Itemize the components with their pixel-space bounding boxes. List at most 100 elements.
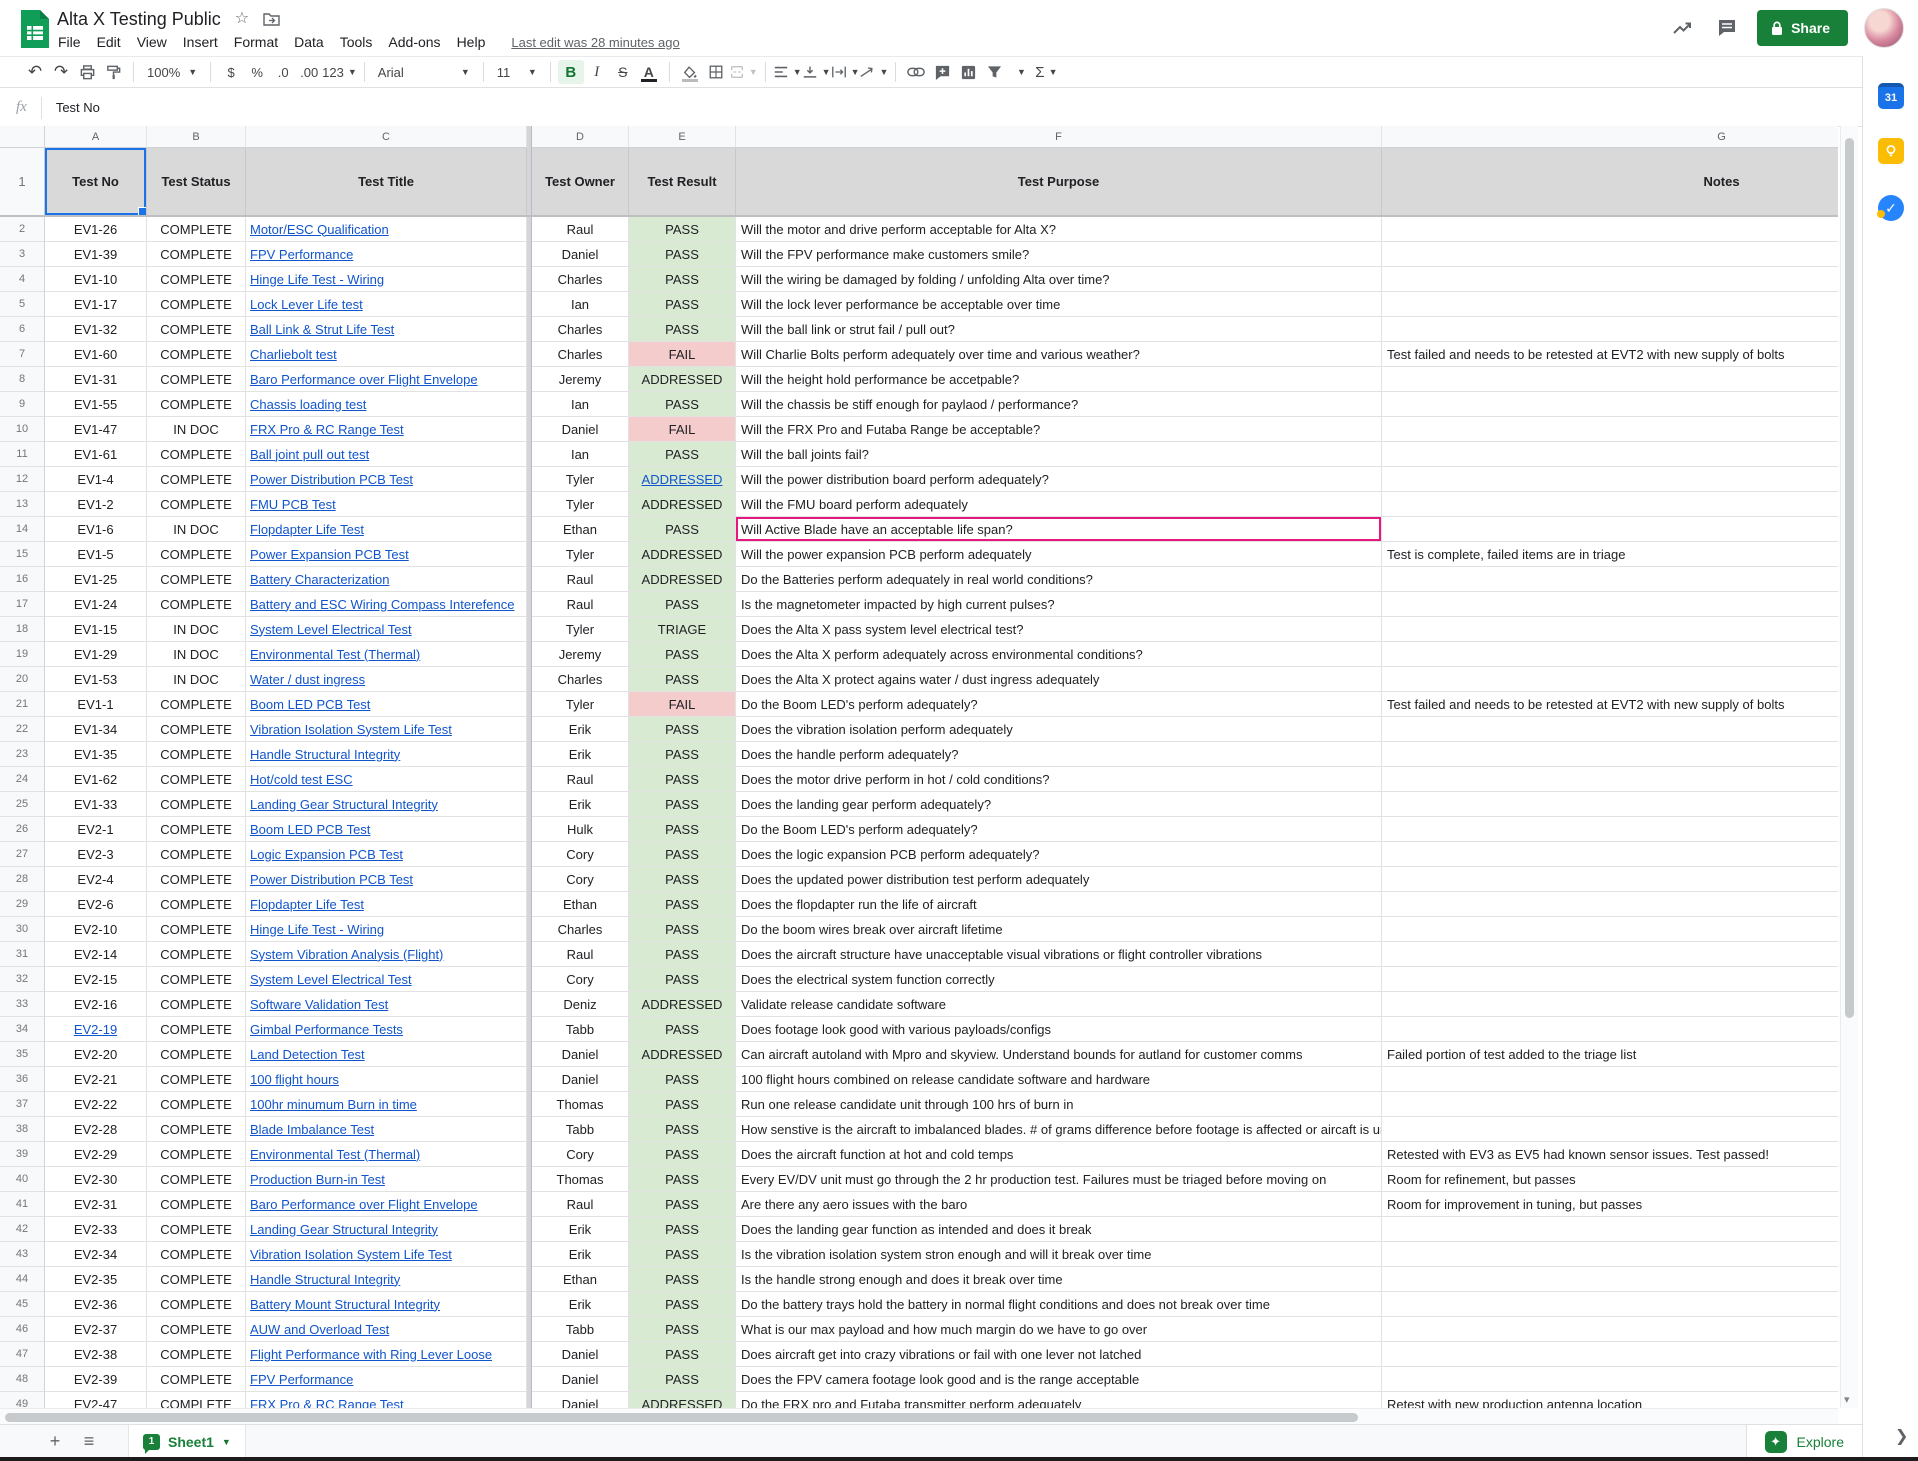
test-title-link[interactable]: System Level Electrical Test	[250, 972, 412, 987]
cell-test-status[interactable]: COMPLETE	[147, 1267, 246, 1292]
cell-test-status[interactable]: IN DOC	[147, 642, 246, 667]
cell-test-title[interactable]: Water / dust ingress	[246, 667, 527, 692]
cell-test-owner[interactable]: Charles	[532, 267, 629, 292]
cell-test-status[interactable]: COMPLETE	[147, 792, 246, 817]
menu-view[interactable]: View	[129, 31, 175, 53]
cell-notes[interactable]	[1382, 667, 1838, 692]
cell-test-owner[interactable]: Cory	[532, 842, 629, 867]
cell-test-owner[interactable]: Raul	[532, 217, 629, 242]
test-title-link[interactable]: Baro Performance over Flight Envelope	[250, 1197, 478, 1212]
cell-test-no[interactable]: EV1-24	[45, 592, 147, 617]
cell-test-owner[interactable]: Raul	[532, 767, 629, 792]
cell-test-no[interactable]: EV1-61	[45, 442, 147, 467]
cell-test-status[interactable]: COMPLETE	[147, 817, 246, 842]
cell-notes[interactable]	[1382, 1017, 1838, 1042]
hide-side-panel-icon[interactable]: ❯	[1895, 1426, 1908, 1446]
cell-test-result[interactable]: PASS	[629, 392, 736, 417]
row-number[interactable]: 31	[0, 942, 45, 967]
cell-test-status[interactable]: COMPLETE	[147, 967, 246, 992]
cell-test-status[interactable]: COMPLETE	[147, 1317, 246, 1342]
cell-test-purpose[interactable]: Does the logic expansion PCB perform ade…	[736, 842, 1382, 867]
cell-notes[interactable]	[1382, 517, 1838, 542]
menu-edit[interactable]: Edit	[89, 31, 129, 53]
cell-test-status[interactable]: COMPLETE	[147, 692, 246, 717]
scroll-down-icon[interactable]: ▾	[1844, 1393, 1850, 1406]
cell-test-no[interactable]: EV2-33	[45, 1217, 147, 1242]
cell-test-title[interactable]: Environmental Test (Thermal)	[246, 1142, 527, 1167]
cell-notes[interactable]	[1382, 417, 1838, 442]
cell-test-status[interactable]: IN DOC	[147, 517, 246, 542]
cell-test-title[interactable]: Boom LED PCB Test	[246, 817, 527, 842]
cell-test-purpose[interactable]: Is the handle strong enough and does it …	[736, 1267, 1382, 1292]
cell-test-no[interactable]: EV2-16	[45, 992, 147, 1017]
row-number[interactable]: 34	[0, 1017, 45, 1042]
test-no-link[interactable]: EV2-19	[74, 1022, 117, 1037]
test-title-link[interactable]: Motor/ESC Qualification	[250, 222, 389, 237]
cell-test-purpose-header[interactable]: Test Purpose	[736, 148, 1382, 215]
cell-notes[interactable]	[1382, 917, 1838, 942]
cell-test-title[interactable]: Lock Lever Life test	[246, 292, 527, 317]
cell-test-purpose[interactable]: Will the power expansion PCB perform ade…	[736, 542, 1382, 567]
cell-test-no[interactable]: EV1-60	[45, 342, 147, 367]
cell-notes[interactable]: Retested with EV3 as EV5 had known senso…	[1382, 1142, 1838, 1167]
vertical-scrollbar[interactable]: ▾	[1840, 126, 1858, 1408]
cell-test-status[interactable]: COMPLETE	[147, 842, 246, 867]
cell-test-status[interactable]: COMPLETE	[147, 1092, 246, 1117]
cell-notes[interactable]	[1382, 392, 1838, 417]
cell-test-title[interactable]: Handle Structural Integrity	[246, 742, 527, 767]
vertical-align-button[interactable]: ▼	[802, 60, 831, 84]
cell-test-owner[interactable]: Daniel	[532, 242, 629, 267]
cell-notes[interactable]	[1382, 867, 1838, 892]
cell-test-owner[interactable]: Jeremy	[532, 642, 629, 667]
row-number[interactable]: 44	[0, 1267, 45, 1292]
row-number[interactable]: 30	[0, 917, 45, 942]
cell-test-title[interactable]: Handle Structural Integrity	[246, 1267, 527, 1292]
cell-test-purpose[interactable]: Do the FRX pro and Futaba transmitter pe…	[736, 1392, 1382, 1408]
row-number[interactable]: 27	[0, 842, 45, 867]
formula-bar[interactable]: fx Test No	[0, 89, 1918, 127]
test-title-link[interactable]: Landing Gear Structural Integrity	[250, 797, 438, 812]
cell-test-owner[interactable]: Jeremy	[532, 367, 629, 392]
row-number[interactable]: 23	[0, 742, 45, 767]
explore-button[interactable]: ✦ Explore	[1746, 1425, 1862, 1458]
cell-test-status[interactable]: COMPLETE	[147, 292, 246, 317]
cell-test-title[interactable]: Hinge Life Test - Wiring	[246, 267, 527, 292]
cell-test-owner[interactable]: Tabb	[532, 1317, 629, 1342]
cell-test-status[interactable]: COMPLETE	[147, 1292, 246, 1317]
cell-test-result[interactable]: FAIL	[629, 692, 736, 717]
cell-test-title[interactable]: Boom LED PCB Test	[246, 692, 527, 717]
cell-test-status[interactable]: COMPLETE	[147, 542, 246, 567]
cell-test-purpose[interactable]: How senstive is the aircraft to imbalanc…	[736, 1117, 1382, 1142]
test-title-link[interactable]: Battery and ESC Wiring Compass Interefen…	[250, 597, 514, 612]
cell-notes[interactable]	[1382, 792, 1838, 817]
row-number[interactable]: 41	[0, 1192, 45, 1217]
cell-notes[interactable]	[1382, 1292, 1838, 1317]
cell-test-status[interactable]: IN DOC	[147, 667, 246, 692]
cell-test-title[interactable]: Baro Performance over Flight Envelope	[246, 1192, 527, 1217]
row-number[interactable]: 26	[0, 817, 45, 842]
cell-test-no[interactable]: EV2-36	[45, 1292, 147, 1317]
cell-test-no-header[interactable]: Test No	[45, 148, 147, 215]
cell-test-owner[interactable]: Tyler	[532, 692, 629, 717]
cell-test-purpose[interactable]: Will the FMU board perform adequately	[736, 492, 1382, 517]
cell-test-owner[interactable]: Charles	[532, 917, 629, 942]
cell-test-no[interactable]: EV1-32	[45, 317, 147, 342]
cell-test-status[interactable]: COMPLETE	[147, 1067, 246, 1092]
test-title-link[interactable]: Blade Imbalance Test	[250, 1122, 374, 1137]
cell-test-result[interactable]: PASS	[629, 892, 736, 917]
increase-decimal-button[interactable]: .00	[296, 60, 322, 84]
row-number[interactable]: 43	[0, 1242, 45, 1267]
row-number[interactable]: 8	[0, 367, 45, 392]
cell-test-no[interactable]: EV2-20	[45, 1042, 147, 1067]
insert-link-icon[interactable]	[903, 60, 929, 84]
row-number[interactable]: 20	[0, 667, 45, 692]
move-to-folder-icon[interactable]	[263, 12, 280, 26]
cell-notes[interactable]	[1382, 942, 1838, 967]
cell-test-no[interactable]: EV2-21	[45, 1067, 147, 1092]
cell-test-no[interactable]: EV2-15	[45, 967, 147, 992]
cell-test-no[interactable]: EV1-34	[45, 717, 147, 742]
cell-test-purpose[interactable]: Will the height hold performance be acce…	[736, 367, 1382, 392]
cell-test-owner[interactable]: Cory	[532, 867, 629, 892]
row-number[interactable]: 49	[0, 1392, 45, 1408]
cell-test-result[interactable]: PASS	[629, 1142, 736, 1167]
